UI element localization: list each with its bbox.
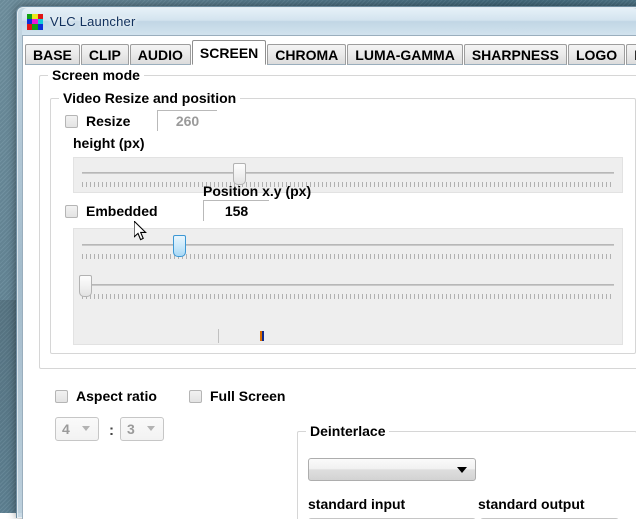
chevron-down-icon <box>147 426 155 431</box>
resize-checkbox[interactable]: Resize <box>65 113 130 129</box>
resize-checkbox-label: Resize <box>86 113 130 129</box>
embedded-checkbox-box[interactable] <box>65 205 78 218</box>
screen-mode-group: Screen mode Video Resize and position Re… <box>39 75 636 369</box>
embedded-checkbox-label: Embedded <box>86 203 158 219</box>
position-xy-field[interactable]: 158 <box>203 200 269 221</box>
standard-output-label: standard output <box>478 496 585 512</box>
position-x-slider-track[interactable] <box>82 244 614 246</box>
aspect-ratio-separator: : <box>109 422 114 439</box>
embedded-checkbox[interactable]: Embedded <box>65 203 158 219</box>
height-slider-thumb[interactable] <box>233 163 246 185</box>
tab-clip[interactable]: CLIP <box>81 44 129 65</box>
tab-chroma[interactable]: CHROMA <box>267 44 346 65</box>
window-title: VLC Launcher <box>50 14 136 29</box>
tab-strip: BASE CLIP AUDIO SCREEN CHROMA LUMA-GAMMA… <box>25 40 636 65</box>
full-screen-checkbox-box[interactable] <box>189 390 202 403</box>
mouse-cursor <box>134 221 148 242</box>
panel-artifact-left <box>218 329 219 343</box>
position-x-slider-thumb[interactable] <box>173 235 186 257</box>
tab-audio[interactable]: AUDIO <box>130 44 191 65</box>
height-slider[interactable] <box>74 161 622 191</box>
vlc-launcher-window: VLC Launcher BASE CLIP AUDIO SCREEN CHRO… <box>16 6 636 518</box>
position-x-slider[interactable] <box>74 233 622 263</box>
tab-screen[interactable]: SCREEN <box>192 40 266 65</box>
screen-tab-panel: Screen mode Video Resize and position Re… <box>23 65 636 519</box>
position-y-slider[interactable] <box>74 273 622 303</box>
position-y-slider-thumb[interactable] <box>79 275 92 297</box>
tab-base[interactable]: BASE <box>25 44 80 65</box>
position-slider-panel <box>73 228 623 345</box>
height-slider-track[interactable] <box>82 172 614 174</box>
aspect-ratio-checkbox-label: Aspect ratio <box>76 388 157 404</box>
vlc-launcher-icon <box>27 14 43 30</box>
position-y-slider-track[interactable] <box>82 284 614 286</box>
panel-artifact-right <box>260 331 264 341</box>
tab-network[interactable]: NETWORK <box>626 44 636 65</box>
position-x-slider-ticks <box>82 254 614 259</box>
aspect-ratio-width-select[interactable]: 4 <box>55 417 99 441</box>
video-resize-position-legend: Video Resize and position <box>59 90 240 106</box>
aspect-ratio-height-value: 3 <box>127 421 135 437</box>
position-y-slider-ticks <box>82 294 614 299</box>
resize-checkbox-box[interactable] <box>65 115 78 128</box>
aspect-ratio-width-value: 4 <box>62 421 70 437</box>
standard-input-label: standard input <box>308 496 405 512</box>
deinterlace-group: Deinterlace standard input standard outp… <box>297 431 636 519</box>
screen-mode-legend: Screen mode <box>48 67 144 83</box>
height-px-label: height (px) <box>73 135 145 151</box>
chevron-down-icon <box>457 467 467 473</box>
height-slider-ticks <box>82 182 614 187</box>
tab-logo[interactable]: LOGO <box>568 44 625 65</box>
window-client-area: BASE CLIP AUDIO SCREEN CHROMA LUMA-GAMMA… <box>22 35 636 519</box>
deinterlace-select[interactable] <box>308 458 476 481</box>
aspect-ratio-height-select[interactable]: 3 <box>120 417 164 441</box>
resize-height-field[interactable]: 260 <box>157 110 217 131</box>
aspect-ratio-checkbox-box[interactable] <box>55 390 68 403</box>
height-slider-panel <box>73 157 623 193</box>
full-screen-checkbox[interactable]: Full Screen <box>189 388 285 404</box>
aspect-ratio-checkbox[interactable]: Aspect ratio <box>55 388 157 404</box>
tab-sharpness[interactable]: SHARPNESS <box>464 44 567 65</box>
window-titlebar[interactable]: VLC Launcher <box>22 8 636 35</box>
deinterlace-legend: Deinterlace <box>306 423 389 439</box>
chevron-down-icon <box>82 426 90 431</box>
full-screen-checkbox-label: Full Screen <box>210 388 285 404</box>
tab-luma-gamma[interactable]: LUMA-GAMMA <box>347 44 463 65</box>
position-xy-label: Position x.y (px) <box>203 183 311 199</box>
